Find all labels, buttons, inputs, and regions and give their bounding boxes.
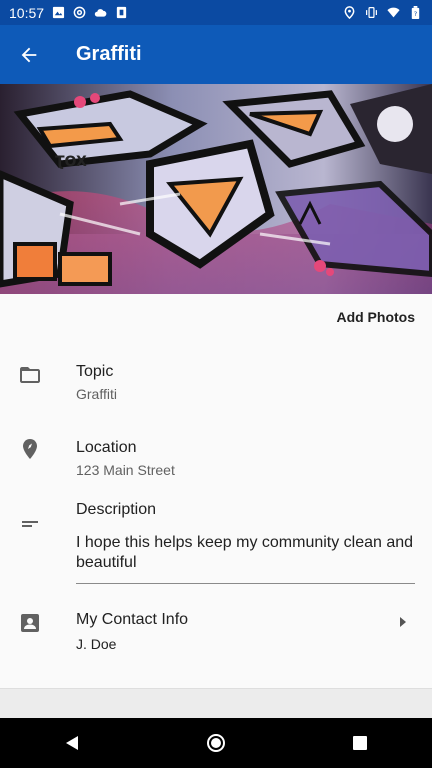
topic-value: Graffiti bbox=[76, 386, 117, 402]
location-pin-icon bbox=[23, 439, 37, 459]
nav-recents-button[interactable] bbox=[340, 723, 380, 763]
topic-row[interactable]: Topic Graffiti bbox=[0, 355, 432, 415]
contact-info-label: My Contact Info bbox=[76, 611, 189, 628]
screen: 10:57 ? Graffiti ƮOX Add Photos Topic Gr… bbox=[0, 0, 432, 768]
folder-icon bbox=[20, 367, 40, 383]
topic-label: Topic bbox=[76, 363, 114, 380]
battery-icon: ? bbox=[411, 6, 420, 19]
back-triangle-icon bbox=[66, 736, 78, 750]
contact-info-value: J. Doe bbox=[76, 636, 117, 652]
status-time: 10:57 bbox=[9, 4, 45, 21]
location-row[interactable]: Location 123 Main Street bbox=[0, 430, 432, 490]
contact-info-row[interactable]: My Contact Info J. Doe bbox=[0, 603, 432, 663]
cloud-icon bbox=[94, 9, 107, 17]
image-icon bbox=[52, 6, 65, 19]
system-nav-bar bbox=[0, 718, 432, 768]
home-circle-icon bbox=[207, 734, 225, 752]
description-input[interactable]: I hope this helps keep my community clea… bbox=[76, 533, 414, 573]
back-button[interactable] bbox=[0, 25, 58, 84]
description-label: Description bbox=[76, 501, 157, 518]
at-sign-icon bbox=[73, 6, 86, 19]
svg-text:?: ? bbox=[414, 10, 417, 18]
wifi-icon bbox=[387, 7, 400, 18]
graffiti-tag: ƮOX bbox=[55, 154, 87, 170]
nav-back-button[interactable] bbox=[52, 723, 92, 763]
location-value: 123 Main Street bbox=[76, 462, 175, 478]
chevron-right-icon[interactable] bbox=[398, 616, 408, 628]
vibrate-icon bbox=[366, 7, 377, 18]
contact-card-icon bbox=[21, 614, 39, 632]
location-icon bbox=[344, 6, 355, 19]
graffiti-photo-art: ƮOX bbox=[0, 84, 432, 294]
recents-square-icon bbox=[353, 736, 367, 750]
description-underline bbox=[76, 583, 415, 584]
sim-icon bbox=[116, 6, 127, 19]
status-bar: 10:57 ? bbox=[0, 0, 432, 25]
arrow-back-icon bbox=[21, 47, 37, 62]
bottom-sheet-bar bbox=[0, 688, 432, 719]
graffiti-photo[interactable]: ƮOX bbox=[0, 84, 432, 294]
page-title: Graffiti bbox=[76, 43, 142, 65]
location-label: Location bbox=[76, 439, 137, 456]
nav-home-button[interactable] bbox=[196, 723, 236, 763]
short-text-icon bbox=[22, 521, 38, 527]
add-photos-button[interactable]: Add Photos bbox=[336, 309, 415, 325]
app-bar: Graffiti bbox=[0, 25, 432, 84]
